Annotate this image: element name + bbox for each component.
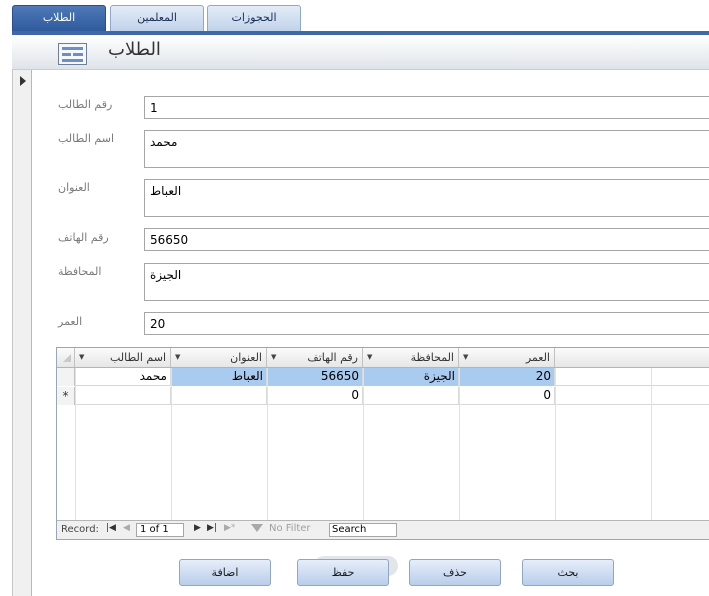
age-field[interactable]: 20: [144, 312, 709, 335]
first-record-button[interactable]: |◀: [106, 523, 116, 533]
next-record-button[interactable]: ▶: [194, 523, 201, 533]
filter-icon: [251, 524, 263, 532]
student-name-value: محمد: [150, 135, 178, 149]
chevron-down-icon[interactable]: ▼: [271, 348, 276, 367]
cell-age[interactable]: 20: [459, 368, 555, 386]
cell-governorate[interactable]: الجيزة: [363, 368, 459, 386]
age-value: 20: [150, 317, 166, 331]
current-record-input[interactable]: 1 of 1: [136, 523, 184, 537]
last-record-button[interactable]: ▶|: [207, 523, 217, 533]
chevron-down-icon[interactable]: ▼: [79, 348, 84, 367]
phone-field[interactable]: 56650: [144, 228, 709, 251]
form-icon: [58, 43, 87, 65]
current-record-arrow-icon: [20, 76, 26, 86]
delete-button[interactable]: حذف: [409, 559, 501, 586]
tab-students[interactable]: الطلاب: [12, 5, 106, 31]
new-record-row[interactable]: * 0 0: [57, 387, 709, 405]
tab-bookings[interactable]: الحجوزات: [207, 5, 301, 31]
address-field[interactable]: العباط: [144, 179, 709, 217]
column-header-student-name[interactable]: اسم الطالب ▼: [75, 348, 171, 367]
student-name-field[interactable]: محمد: [144, 130, 709, 168]
governorate-field[interactable]: الجيزة: [144, 263, 709, 301]
column-header-address[interactable]: العنوان ▼: [171, 348, 267, 367]
form-header: الطلاب: [12, 35, 709, 70]
form-title: الطلاب: [108, 39, 161, 60]
cell-address[interactable]: العباط: [171, 368, 267, 386]
access-form-window: الطلاب المعلمين الحجوزات الطلاب رقم الطا…: [0, 0, 709, 596]
new-record-button[interactable]: ▶*: [224, 523, 235, 533]
record-navigation-bar: Record: |◀ ◀ 1 of 1 ▶ ▶| ▶* No Filter Se…: [57, 520, 709, 539]
label-student-name: اسم الطالب: [58, 132, 115, 145]
search-input[interactable]: Search: [329, 523, 397, 537]
chevron-down-icon[interactable]: ▼: [175, 348, 180, 367]
label-address: العنوان: [58, 181, 90, 194]
chevron-down-icon[interactable]: ▼: [463, 348, 468, 367]
search-button[interactable]: بحث: [522, 559, 614, 586]
cell-phone[interactable]: 56650: [267, 368, 363, 386]
students-datasheet: اسم الطالب ▼ العنوان ▼ رقم الهاتف ▼ المحافظ…: [56, 347, 709, 540]
label-governorate: المحافظة: [58, 265, 102, 278]
cell-student-name[interactable]: محمد: [75, 368, 171, 386]
student-id-field[interactable]: 1: [144, 96, 709, 119]
previous-record-button[interactable]: ◀: [123, 523, 130, 533]
document-tabs: الطلاب المعلمين الحجوزات: [0, 0, 709, 31]
record-label: Record:: [61, 524, 99, 535]
select-all-corner[interactable]: [57, 348, 75, 367]
cell-governorate[interactable]: [363, 387, 459, 405]
governorate-value: الجيزة: [150, 268, 182, 282]
address-value: العباط: [150, 184, 182, 198]
tab-teachers[interactable]: المعلمين: [110, 5, 204, 31]
cell-phone[interactable]: 0: [267, 387, 363, 405]
label-age: العمر: [58, 315, 83, 328]
row-selector[interactable]: [57, 368, 75, 386]
no-filter-toggle[interactable]: No Filter: [269, 523, 311, 534]
label-student-id: رقم الطالب: [58, 98, 113, 111]
column-header-age[interactable]: العمر ▼: [459, 348, 555, 367]
label-phone: رقم الهاتف: [58, 231, 109, 244]
column-header-governorate[interactable]: المحافظة ▼: [363, 348, 459, 367]
phone-value: 56650: [150, 233, 189, 247]
cell-age[interactable]: 0: [459, 387, 555, 405]
chevron-down-icon[interactable]: ▼: [367, 348, 372, 367]
new-record-marker[interactable]: *: [57, 387, 75, 405]
student-id-value: 1: [150, 101, 158, 115]
column-header-phone[interactable]: رقم الهاتف ▼: [267, 348, 363, 367]
record-selector[interactable]: [12, 70, 32, 596]
save-button[interactable]: حفظ: [297, 559, 389, 586]
cell-student-name[interactable]: [75, 387, 171, 405]
datasheet-header: اسم الطالب ▼ العنوان ▼ رقم الهاتف ▼ المحافظ…: [57, 348, 709, 368]
table-row[interactable]: محمد العباط 56650 الجيزة 20: [57, 368, 709, 386]
cell-address[interactable]: [171, 387, 267, 405]
add-button[interactable]: اضافة: [179, 559, 271, 586]
